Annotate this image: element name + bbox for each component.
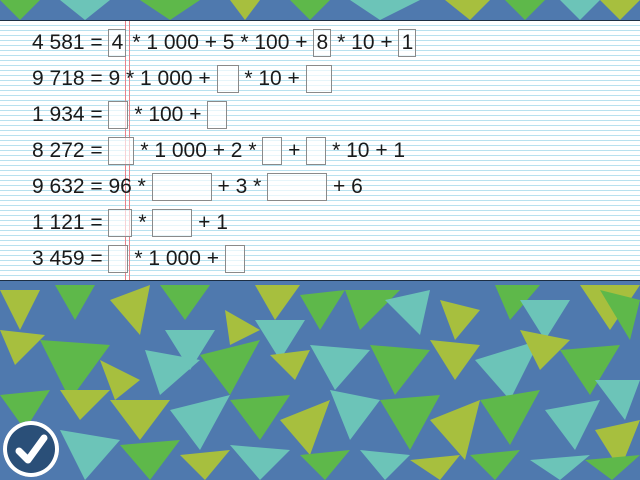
decorative-triangle xyxy=(310,345,370,390)
decorative-triangle xyxy=(360,450,410,480)
answer-box[interactable]: 1 xyxy=(398,29,417,57)
decorative-triangle xyxy=(170,395,230,450)
decorative-triangle xyxy=(60,430,120,480)
decorative-triangle xyxy=(0,0,40,20)
decorative-triangle xyxy=(300,450,350,480)
decorative-triangle xyxy=(230,445,290,480)
decorative-triangle xyxy=(255,285,300,320)
decorative-triangle xyxy=(370,345,430,395)
decorative-triangle xyxy=(585,455,640,480)
decorative-triangle xyxy=(595,380,640,420)
decorative-triangle xyxy=(480,390,540,445)
decorative-triangle xyxy=(505,0,545,20)
decorative-triangle xyxy=(60,390,110,420)
decorative-triangle xyxy=(225,310,260,345)
decorative-triangle xyxy=(0,330,45,365)
decorative-triangle xyxy=(445,0,490,20)
equation-text: * 10 + 1 xyxy=(326,139,406,162)
answer-box[interactable] xyxy=(152,209,193,237)
equation-text: + 1 xyxy=(192,211,228,234)
equation-row: 8 272 = * 1 000 + 2 * + * 10 + 1 xyxy=(32,134,405,168)
equation-text: 9 718 = 9 * 1 000 + xyxy=(32,67,217,90)
answer-box[interactable] xyxy=(224,245,245,273)
decorative-triangle xyxy=(60,0,110,20)
equation-row: 9 632 = 96 * + 3 * + 6 xyxy=(32,170,363,204)
equation-text: + xyxy=(282,139,307,162)
decorative-triangle xyxy=(410,455,460,480)
worksheet-paper: 4 581 = 4 * 1 000 + 5 * 100 + 8 * 10 + 1… xyxy=(0,20,640,281)
checkmark-icon xyxy=(15,434,48,464)
decorative-triangle xyxy=(430,340,480,380)
equation-row: 4 581 = 4 * 1 000 + 5 * 100 + 8 * 10 + 1 xyxy=(32,26,417,60)
equation-row: 9 718 = 9 * 1 000 + * 10 + xyxy=(32,62,332,96)
decorative-triangle xyxy=(470,450,520,480)
decorative-triangle xyxy=(430,400,480,460)
decorative-triangle xyxy=(110,400,170,440)
decorative-triangle xyxy=(530,455,590,480)
decorative-triangle xyxy=(180,450,230,480)
equation-text: * 1 000 + 2 * xyxy=(134,139,263,162)
answer-box[interactable] xyxy=(207,101,228,129)
equation-text: + 6 xyxy=(327,175,363,198)
answer-box[interactable] xyxy=(306,137,327,165)
equation-text: * 100 + xyxy=(128,103,208,126)
equation-text: 1 121 = xyxy=(32,211,109,234)
decorative-triangle xyxy=(440,300,480,340)
decorative-triangle xyxy=(280,400,330,455)
answer-box[interactable] xyxy=(108,137,135,165)
answer-box[interactable]: 8 xyxy=(313,29,332,57)
decorative-triangle xyxy=(350,0,420,20)
decorative-triangle xyxy=(345,290,400,330)
answer-box[interactable] xyxy=(267,173,328,201)
answer-box[interactable] xyxy=(151,173,212,201)
decorative-triangle xyxy=(120,440,180,480)
equation-row: 3 459 = * 1 000 + xyxy=(32,242,245,276)
equation-text: * 1 000 + xyxy=(128,247,225,270)
decorative-triangle xyxy=(55,285,95,320)
decorative-triangle xyxy=(110,285,150,335)
equation-text: + 3 * xyxy=(211,175,268,198)
answer-box[interactable] xyxy=(108,101,129,129)
equation-text: 1 934 = xyxy=(32,103,109,126)
decorative-triangle xyxy=(290,0,330,20)
decorative-triangle xyxy=(200,340,260,395)
decorative-triangle xyxy=(140,0,200,20)
decorative-triangle xyxy=(330,390,380,440)
decorative-triangle xyxy=(380,395,440,450)
answer-box[interactable] xyxy=(216,65,239,93)
equation-text: 3 459 = xyxy=(32,247,109,270)
equation-row: 1 121 = * + 1 xyxy=(32,206,228,240)
decorative-triangle xyxy=(0,290,40,330)
decorative-triangle xyxy=(545,400,600,450)
decorative-triangle xyxy=(230,395,290,440)
answer-box[interactable] xyxy=(108,209,133,237)
answer-box[interactable] xyxy=(108,245,129,273)
equation-row: 1 934 = * 100 + xyxy=(32,98,228,132)
decorative-triangle xyxy=(270,350,310,380)
equation-text: * 1 000 + 5 * 100 + xyxy=(126,31,314,54)
answer-box[interactable]: 4 xyxy=(108,29,127,57)
decorative-triangle xyxy=(600,0,640,20)
answer-box[interactable] xyxy=(262,137,283,165)
answer-box[interactable] xyxy=(305,65,332,93)
equation-text: 4 581 = xyxy=(32,31,109,54)
decorative-triangle xyxy=(300,290,345,330)
equation-text: 9 632 = 96 * xyxy=(32,175,152,198)
equation-text: * 10 + xyxy=(331,31,399,54)
check-answer-button[interactable] xyxy=(3,421,59,477)
equation-text: * xyxy=(132,211,153,234)
decorative-triangle xyxy=(230,0,260,20)
decorative-triangle xyxy=(160,285,210,320)
decorative-triangle xyxy=(560,0,600,20)
equation-text: * 10 + xyxy=(238,67,306,90)
equation-text: 8 272 = xyxy=(32,139,109,162)
